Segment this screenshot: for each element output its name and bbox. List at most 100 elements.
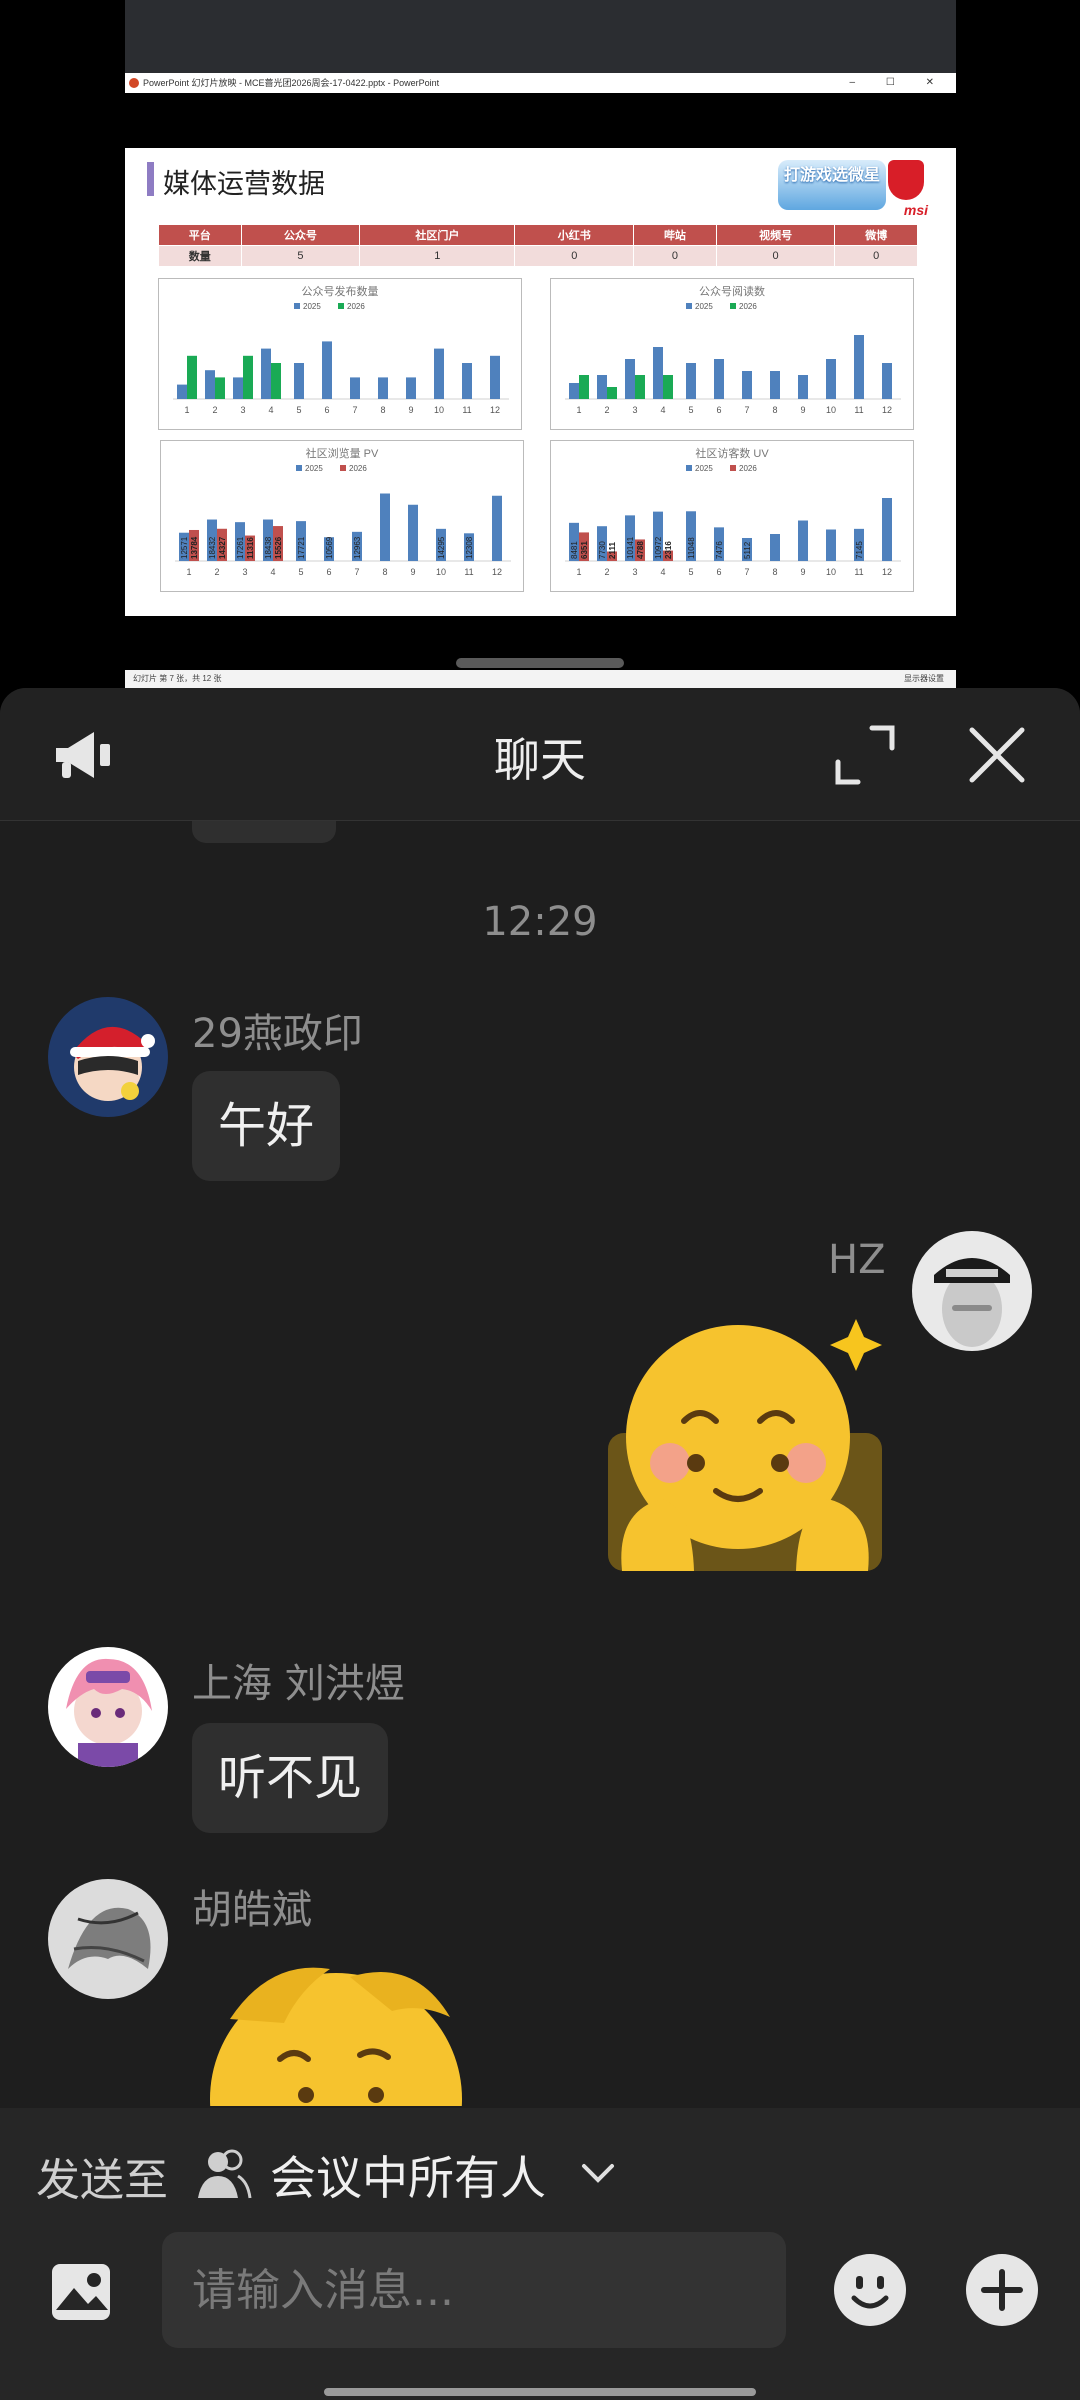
table-cell: 5 — [240, 245, 361, 267]
x-tick-label: 9 — [410, 567, 415, 577]
data-label: 14295 — [437, 536, 446, 559]
bar — [408, 504, 418, 561]
data-label: 17721 — [297, 536, 306, 559]
legend-swatch — [296, 465, 302, 471]
x-tick-label: 6 — [716, 405, 721, 415]
image-icon[interactable] — [46, 2256, 116, 2326]
chart-title: 社区访客数 UV — [695, 446, 769, 460]
table-cell: 1 — [359, 245, 516, 267]
bar — [798, 375, 808, 399]
people-icon[interactable] — [196, 2146, 252, 2202]
bar — [798, 520, 808, 561]
bar — [663, 375, 673, 399]
bar — [492, 495, 502, 561]
table-header-cell: 平台 — [158, 224, 242, 246]
table-header-cell: 视频号 — [715, 224, 836, 246]
bar — [579, 375, 589, 399]
share-drag-handle[interactable] — [456, 658, 624, 668]
legend-label: 2026 — [347, 302, 365, 311]
emoji-sticker-blush[interactable] — [600, 1313, 890, 1583]
chart-title: 公众号阅读数 — [699, 284, 765, 298]
x-tick-label: 2 — [604, 567, 609, 577]
ppt-titlebar: PowerPoint 幻灯片放映 - MCE蔷光团2026周会-17-0422.… — [125, 73, 956, 93]
audience-selector[interactable]: 会议中所有人 — [270, 2142, 546, 2208]
bar — [826, 359, 836, 399]
emoji-icon[interactable] — [832, 2252, 908, 2328]
table-row-label: 数量 — [158, 245, 242, 267]
bar — [406, 377, 416, 399]
x-tick-label: 8 — [772, 405, 777, 415]
x-tick-label: 4 — [270, 567, 275, 577]
x-tick-label: 8 — [382, 567, 387, 577]
bar — [434, 348, 444, 399]
display-settings: 显示器设置 — [904, 674, 944, 683]
chat-title: 聊天 — [494, 733, 586, 787]
bar — [653, 347, 663, 399]
bar — [569, 383, 579, 399]
sender-name: 胡皓斌 — [192, 1887, 312, 1933]
message-bubble[interactable]: 午好 — [192, 1071, 341, 1181]
bar — [233, 377, 243, 399]
x-tick-label: 5 — [296, 405, 301, 415]
chart-wechat-posts: 公众号发布数量 2025 2026 1 2 3 4 5 6 7 8 9 10 11 12 — [158, 278, 522, 430]
legend-label: 2025 — [305, 464, 323, 473]
legend-label: 2025 — [695, 464, 713, 473]
plus-icon[interactable] — [964, 2252, 1040, 2328]
data-label: 2316 — [664, 541, 673, 559]
data-label: 7730 — [598, 541, 607, 559]
avatar[interactable] — [48, 997, 168, 1117]
avatar[interactable] — [48, 1647, 168, 1767]
legend-swatch — [294, 303, 300, 309]
x-tick-label: 6 — [324, 405, 329, 415]
table-header-row: 平台 公众号 社区门户 小红书 哔站 视频号 微博 — [158, 224, 918, 246]
shared-screen: PowerPoint 幻灯片放映 - MCE蔷光团2026周会-17-0422.… — [0, 0, 1080, 688]
expand-icon[interactable] — [832, 722, 898, 788]
slide-counter: 幻灯片 第 7 张，共 12 张 — [133, 674, 222, 683]
chart-wechat-reads: 公众号阅读数 2025 2026 1 2 3 4 5 6 7 8 9 10 11 12 — [550, 278, 914, 430]
x-tick-label: 3 — [632, 567, 637, 577]
x-tick-label: 7 — [744, 405, 749, 415]
x-tick-label: 10 — [826, 567, 836, 577]
message-list[interactable]: 12:29 29燕政印 午好 HZ 上海 刘洪煜 听不见 胡皓斌 — [0, 821, 1080, 2106]
chart-title: 社区浏览量 PV — [306, 446, 379, 460]
x-tick-label: 12 — [882, 567, 892, 577]
chart-title: 公众号发布数量 — [302, 284, 379, 298]
x-tick-label: 9 — [800, 567, 805, 577]
x-tick-label: 11 — [854, 567, 863, 577]
data-label: 14327 — [218, 536, 227, 559]
avatar[interactable] — [48, 1879, 168, 1999]
bar — [271, 363, 281, 399]
table-header-cell: 哔站 — [633, 224, 717, 246]
legend-label: 2025 — [695, 302, 713, 311]
avatar[interactable] — [912, 1231, 1032, 1351]
time-separator: 12:29 — [482, 899, 598, 945]
message-bubble[interactable]: 听不见 — [192, 1723, 389, 1833]
message-input[interactable] — [162, 2232, 786, 2348]
x-tick-label: 11 — [462, 405, 471, 415]
data-label: 7476 — [715, 541, 724, 559]
chart-community-uv: 社区访客数 UV 2025 2026 1 8481 6351 2 7730 2111 3 10141… — [550, 440, 914, 592]
table-header-cell: 微博 — [834, 224, 918, 246]
x-tick-label: 2 — [214, 567, 219, 577]
bar — [243, 355, 253, 399]
data-label: 11048 — [687, 537, 696, 559]
table-cell: 0 — [715, 245, 836, 267]
msi-logo-text: msi — [903, 202, 928, 218]
chevron-down-icon[interactable] — [578, 2156, 618, 2192]
close-icon[interactable] — [964, 722, 1030, 788]
table-cell: 0 — [514, 245, 635, 267]
data-label: 10569 — [325, 536, 334, 559]
emoji-sticker-thinking[interactable] — [200, 1949, 472, 2106]
bar — [294, 363, 304, 399]
x-tick-label: 3 — [242, 567, 247, 577]
bar — [380, 493, 390, 561]
x-tick-label: 1 — [186, 567, 191, 577]
legend-label: 2025 — [303, 302, 321, 311]
table-header-cell: 社区门户 — [359, 224, 516, 246]
table-row: 数量 5 1 0 0 0 0 — [158, 245, 918, 267]
bar — [882, 498, 892, 561]
data-label: 12963 — [353, 536, 362, 559]
bar — [770, 534, 780, 561]
home-indicator[interactable] — [324, 2388, 756, 2396]
legend-swatch — [340, 465, 346, 471]
